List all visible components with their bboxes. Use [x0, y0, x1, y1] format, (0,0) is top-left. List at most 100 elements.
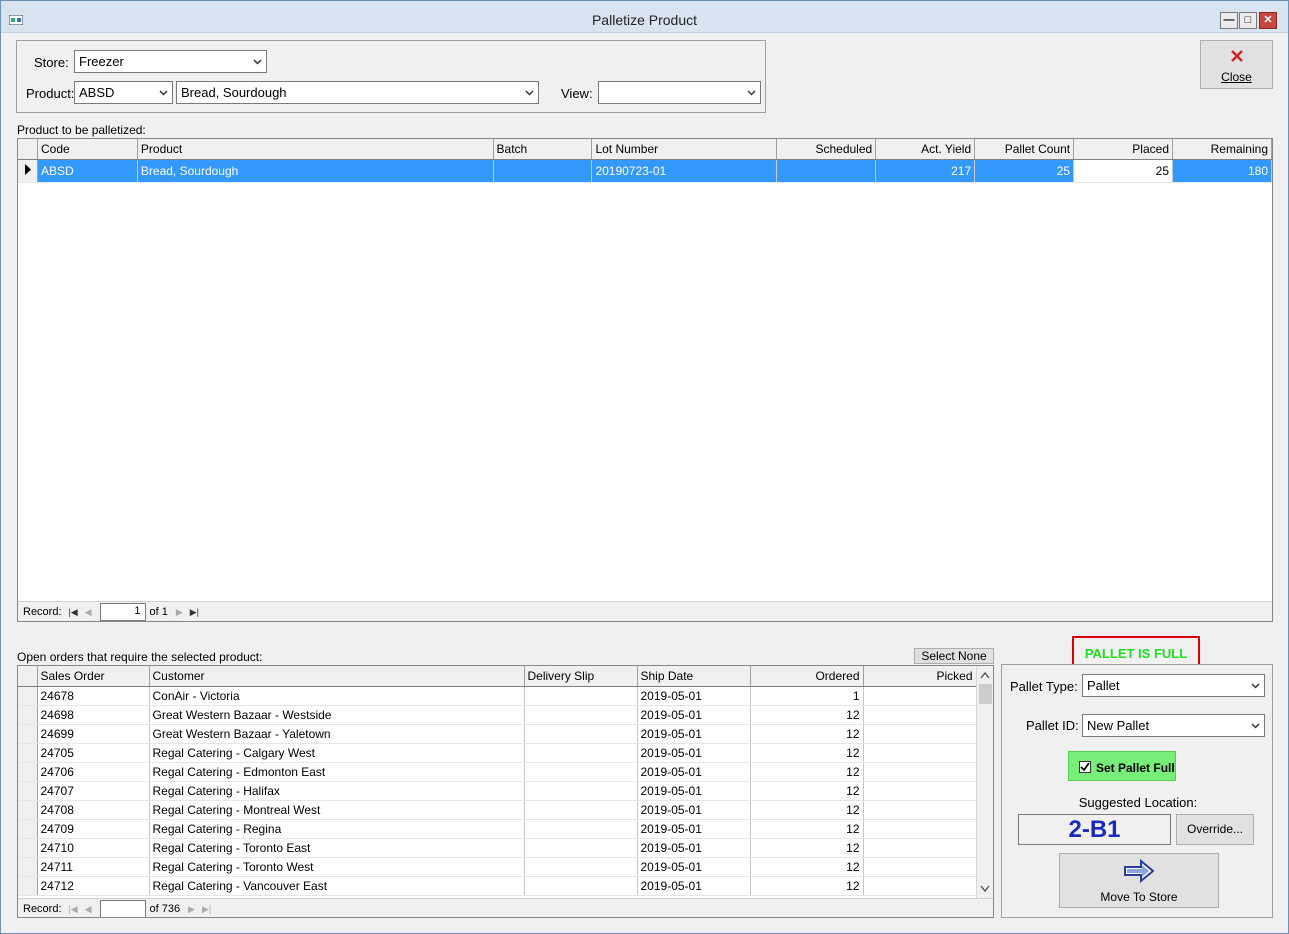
col-act-yield[interactable]: Act. Yield — [875, 139, 976, 160]
cell-ship-date[interactable]: 2019-05-01 — [637, 819, 751, 839]
col-batch[interactable]: Batch — [493, 139, 593, 160]
cell-sales-order[interactable]: 24698 — [37, 705, 150, 725]
close-window-button[interactable]: ✕ — [1259, 12, 1277, 29]
col-picked[interactable]: Picked — [863, 666, 977, 687]
col-remaining[interactable]: Remaining — [1172, 139, 1272, 160]
cell-ordered[interactable]: 12 — [750, 781, 864, 801]
col-product[interactable]: Product — [137, 139, 494, 160]
close-button[interactable]: Close — [1200, 40, 1273, 89]
cell-sales-order[interactable]: 24699 — [37, 724, 150, 744]
cell-delivery-slip[interactable] — [524, 724, 638, 744]
cell-sales-order[interactable]: 24678 — [37, 686, 150, 706]
cell-ship-date[interactable]: 2019-05-01 — [637, 876, 751, 896]
cell-delivery-slip[interactable] — [524, 686, 638, 706]
view-select[interactable] — [598, 81, 761, 104]
table-row[interactable]: 24698 Great Western Bazaar - Westside 2019… — [18, 705, 977, 725]
cell-sales-order[interactable]: 24711 — [37, 857, 150, 877]
cell-picked[interactable] — [863, 876, 977, 896]
cell-customer[interactable]: Regal Catering - Calgary West — [149, 743, 525, 763]
cell-ship-date[interactable]: 2019-05-01 — [637, 724, 751, 744]
cell-lot[interactable]: 20190723-01 — [591, 159, 778, 183]
cell-picked[interactable] — [863, 705, 977, 725]
cell-delivery-slip[interactable] — [524, 781, 638, 801]
cell-sales-order[interactable]: 24709 — [37, 819, 150, 839]
cell-sales-order[interactable]: 24707 — [37, 781, 150, 801]
cell-customer[interactable]: Regal Catering - Edmonton East — [149, 762, 525, 782]
cell-ordered[interactable]: 1 — [750, 686, 864, 706]
cell-placed-input[interactable]: 25 — [1073, 159, 1173, 183]
row-selector[interactable] — [18, 876, 38, 896]
table-row[interactable]: 24709 Regal Catering - Regina 2019-05-01 12 — [18, 819, 977, 839]
cell-ordered[interactable]: 12 — [750, 819, 864, 839]
table-row[interactable]: 24705 Regal Catering - Calgary West 2019-0… — [18, 743, 977, 763]
col-placed[interactable]: Placed — [1073, 139, 1173, 160]
table-row[interactable]: 24706 Regal Catering - Edmonton East 2019-… — [18, 762, 977, 782]
cell-ordered[interactable]: 12 — [750, 743, 864, 763]
cell-ship-date[interactable]: 2019-05-01 — [637, 857, 751, 877]
first-record-icon[interactable]: |◀ — [66, 605, 81, 619]
table-row[interactable]: 24707 Regal Catering - Halifax 2019-05-01 1… — [18, 781, 977, 801]
cell-ship-date[interactable]: 2019-05-01 — [637, 838, 751, 858]
table-row[interactable]: 24699 Great Western Bazaar - Yaletown 2019… — [18, 724, 977, 744]
scroll-up-icon[interactable] — [980, 671, 990, 679]
cell-customer[interactable]: Regal Catering - Toronto West — [149, 857, 525, 877]
col-ship-date[interactable]: Ship Date — [637, 666, 751, 687]
maximize-button[interactable]: □ — [1239, 12, 1257, 29]
cell-customer[interactable]: Regal Catering - Vancouver East — [149, 876, 525, 896]
cell-picked[interactable] — [863, 762, 977, 782]
col-customer[interactable]: Customer — [149, 666, 525, 687]
row-selector[interactable] — [18, 724, 38, 744]
cell-ordered[interactable]: 12 — [750, 857, 864, 877]
cell-ordered[interactable]: 12 — [750, 724, 864, 744]
scroll-down-icon[interactable] — [980, 885, 990, 893]
cell-scheduled[interactable] — [776, 159, 877, 183]
cell-picked[interactable] — [863, 781, 977, 801]
cell-ordered[interactable]: 12 — [750, 762, 864, 782]
cell-product[interactable]: Bread, Sourdough — [137, 159, 494, 183]
cell-pallet-count[interactable]: 25 — [974, 159, 1075, 183]
cell-delivery-slip[interactable] — [524, 762, 638, 782]
record-number-input[interactable]: 1 — [99, 603, 146, 621]
cell-picked[interactable] — [863, 819, 977, 839]
minimize-button[interactable]: — — [1220, 12, 1238, 29]
table-row[interactable]: 24710 Regal Catering - Toronto East 2019-0… — [18, 838, 977, 858]
cell-customer[interactable]: Regal Catering - Regina — [149, 819, 525, 839]
cell-delivery-slip[interactable] — [524, 838, 638, 858]
cell-customer[interactable]: Regal Catering - Toronto East — [149, 838, 525, 858]
col-code[interactable]: Code — [37, 139, 138, 160]
col-scheduled[interactable]: Scheduled — [776, 139, 877, 160]
cell-picked[interactable] — [863, 743, 977, 763]
cell-remaining[interactable]: 180 — [1172, 159, 1272, 183]
checkbox-box[interactable] — [1079, 761, 1091, 773]
cell-customer[interactable]: ConAir - Victoria — [149, 686, 525, 706]
cell-sales-order[interactable]: 24710 — [37, 838, 150, 858]
store-select[interactable]: Freezer — [74, 50, 267, 73]
cell-ordered[interactable]: 12 — [750, 800, 864, 820]
col-delivery-slip[interactable]: Delivery Slip — [524, 666, 638, 687]
cell-picked[interactable] — [863, 857, 977, 877]
row-selector[interactable] — [18, 819, 38, 839]
cell-ordered[interactable]: 12 — [750, 705, 864, 725]
cell-ship-date[interactable]: 2019-05-01 — [637, 686, 751, 706]
row-selector[interactable] — [18, 743, 38, 763]
override-button[interactable]: Override... — [1176, 814, 1254, 845]
row-selector[interactable] — [18, 762, 38, 782]
cell-customer[interactable]: Regal Catering - Montreal West — [149, 800, 525, 820]
cell-yield[interactable]: 217 — [875, 159, 976, 183]
cell-sales-order[interactable]: 24712 — [37, 876, 150, 896]
col-pallet-count[interactable]: Pallet Count — [974, 139, 1075, 160]
cell-customer[interactable]: Regal Catering - Halifax — [149, 781, 525, 801]
last-record-icon[interactable]: ▶| — [199, 902, 214, 916]
table-row[interactable]: 24678 ConAir - Victoria 2019-05-01 1 — [18, 686, 977, 706]
scrollbar-thumb[interactable] — [979, 684, 992, 704]
cell-customer[interactable]: Great Western Bazaar - Westside — [149, 705, 525, 725]
prev-record-icon[interactable]: ◀ — [81, 605, 96, 619]
product-code-select[interactable]: ABSD — [74, 81, 173, 104]
row-selector[interactable] — [18, 159, 38, 183]
cell-picked[interactable] — [863, 724, 977, 744]
col-lot-number[interactable]: Lot Number — [591, 139, 778, 160]
cell-batch[interactable] — [493, 159, 593, 183]
record-number-input[interactable] — [99, 900, 146, 917]
cell-code[interactable]: ABSD — [37, 159, 138, 183]
row-selector[interactable] — [18, 800, 38, 820]
